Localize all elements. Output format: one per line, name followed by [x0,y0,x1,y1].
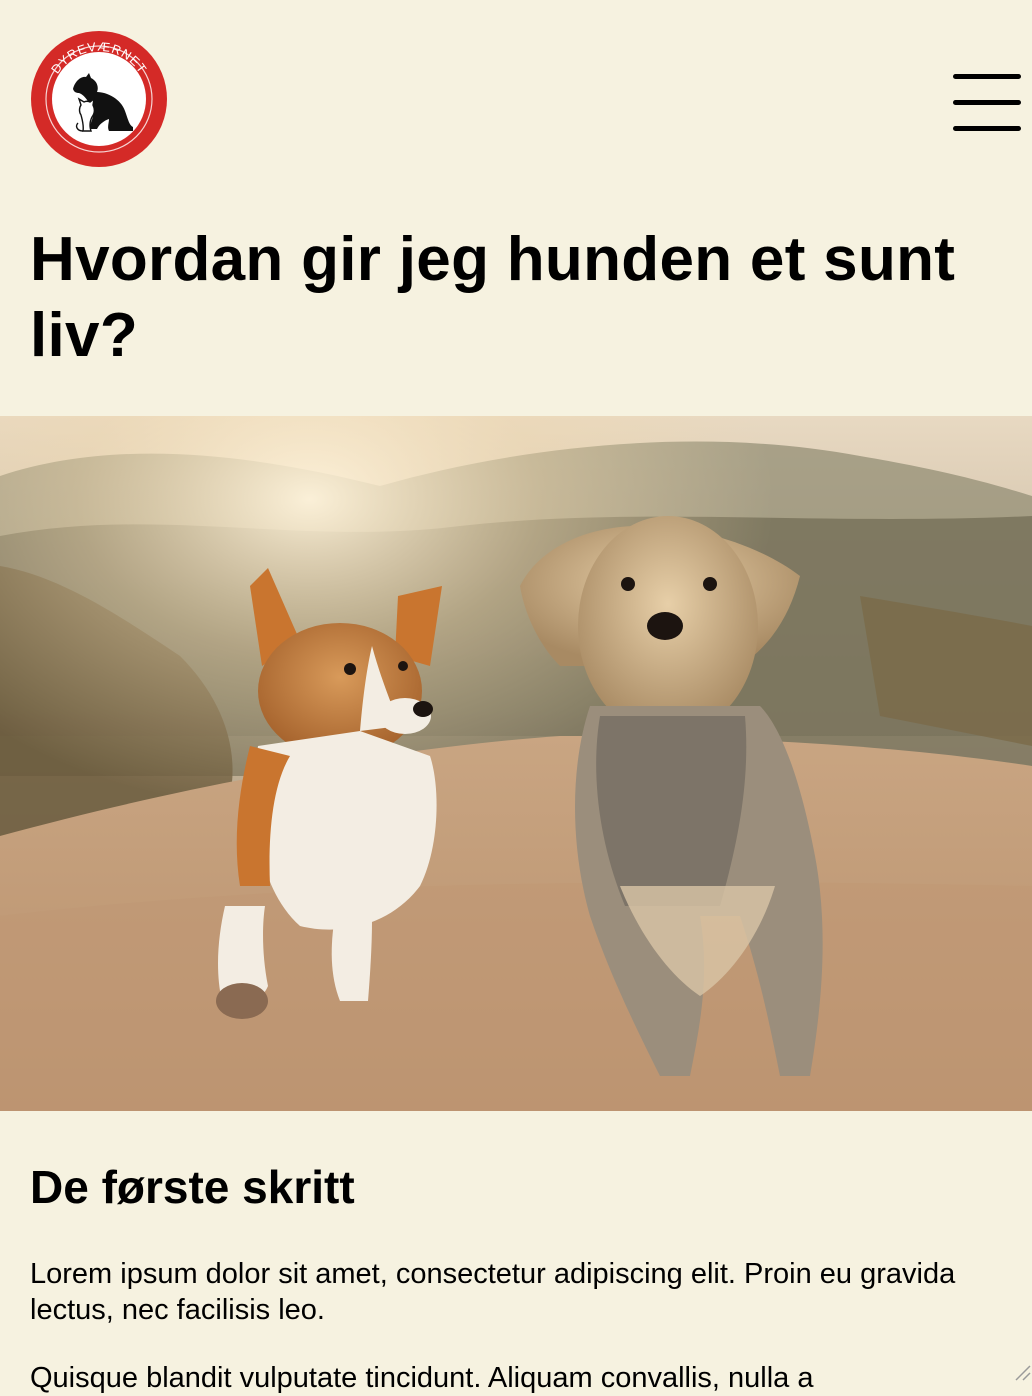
hero-image [0,416,1032,1111]
section-heading: De første skritt [30,1161,355,1213]
page-title: Hvordan gir jeg hunden et sunt liv? [30,225,956,370]
site-logo[interactable]: DYREVÆRNET STIFTET 1898 [29,29,169,169]
dyrevaernet-logo-icon: DYREVÆRNET STIFTET 1898 [31,31,167,167]
menu-button[interactable] [950,72,1024,134]
site-header: DYREVÆRNET STIFTET 1898 [0,0,1032,200]
article-paragraph: Lorem ipsum dolor sit amet, consectetur … [30,1258,956,1326]
hamburger-line [953,126,1021,131]
dogs-running-photo [0,416,1032,1111]
resize-grip-icon[interactable] [1010,1360,1032,1382]
hamburger-line [953,74,1021,79]
article-paragraph: Quisque blandit vulputate tincidunt. Ali… [30,1362,814,1394]
hamburger-line [953,100,1021,105]
